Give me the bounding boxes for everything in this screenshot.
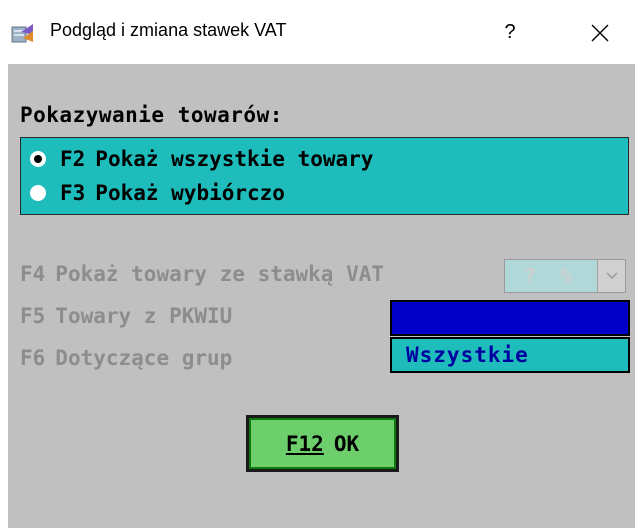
radio-show-selected-label: Pokaż wybiórczo (95, 181, 285, 205)
display-group-label: Pokazywanie towarów: (20, 103, 283, 127)
groups-filter-text: Dotyczące grup (55, 346, 233, 370)
vat-filter-hotkey: F4 (20, 262, 46, 286)
groups-field[interactable]: Wszystkie (390, 337, 630, 373)
groups-filter-hotkey: F6 (20, 346, 46, 370)
title-bar: Podgląd i zmiana stawek VAT ? (0, 0, 635, 64)
vat-filter-label: F4 Pokaż towary ze stawką VAT (20, 262, 384, 286)
ok-button-face[interactable]: F12 OK (249, 418, 396, 469)
pkwiu-input[interactable] (390, 300, 630, 336)
vat-filter-text: Pokaż towary ze stawką VAT (55, 262, 385, 286)
vat-dropdown-arrow[interactable] (597, 260, 625, 292)
help-button[interactable]: ? (490, 14, 530, 50)
groups-filter-label: F6 Dotyczące grup (20, 346, 232, 370)
radio-show-all-label: Pokaż wszystkie towary (95, 147, 374, 171)
radio-show-selected-hotkey: F3 (60, 181, 86, 205)
pkwiu-filter-hotkey: F5 (20, 304, 46, 328)
close-button[interactable] (578, 14, 622, 50)
vat-rate-value: ? % (505, 260, 597, 292)
pkwiu-filter-text: Towary z PKWIU (55, 304, 233, 328)
pkwiu-filter-label: F5 Towary z PKWIU (20, 304, 232, 328)
window-title: Podgląd i zmiana stawek VAT (50, 20, 287, 40)
radio-button-unchecked[interactable] (30, 185, 46, 201)
dialog-body: Pokazywanie towarów: F2 Pokaż wszystkie … (8, 64, 635, 528)
vat-rate-select[interactable]: ? % (504, 259, 626, 293)
ok-hotkey: F12 (285, 431, 324, 456)
ok-button[interactable]: F12 OK (246, 415, 399, 472)
ok-label: OK (333, 431, 360, 456)
radio-show-selected[interactable]: F3 Pokaż wybiórczo (30, 176, 285, 210)
radio-show-all-hotkey: F2 (60, 147, 86, 171)
radio-button-checked[interactable] (30, 151, 46, 167)
close-icon (591, 24, 609, 41)
chevron-down-icon (605, 272, 618, 280)
radio-show-all[interactable]: F2 Pokaż wszystkie towary (30, 142, 373, 176)
app-icon (11, 24, 33, 43)
